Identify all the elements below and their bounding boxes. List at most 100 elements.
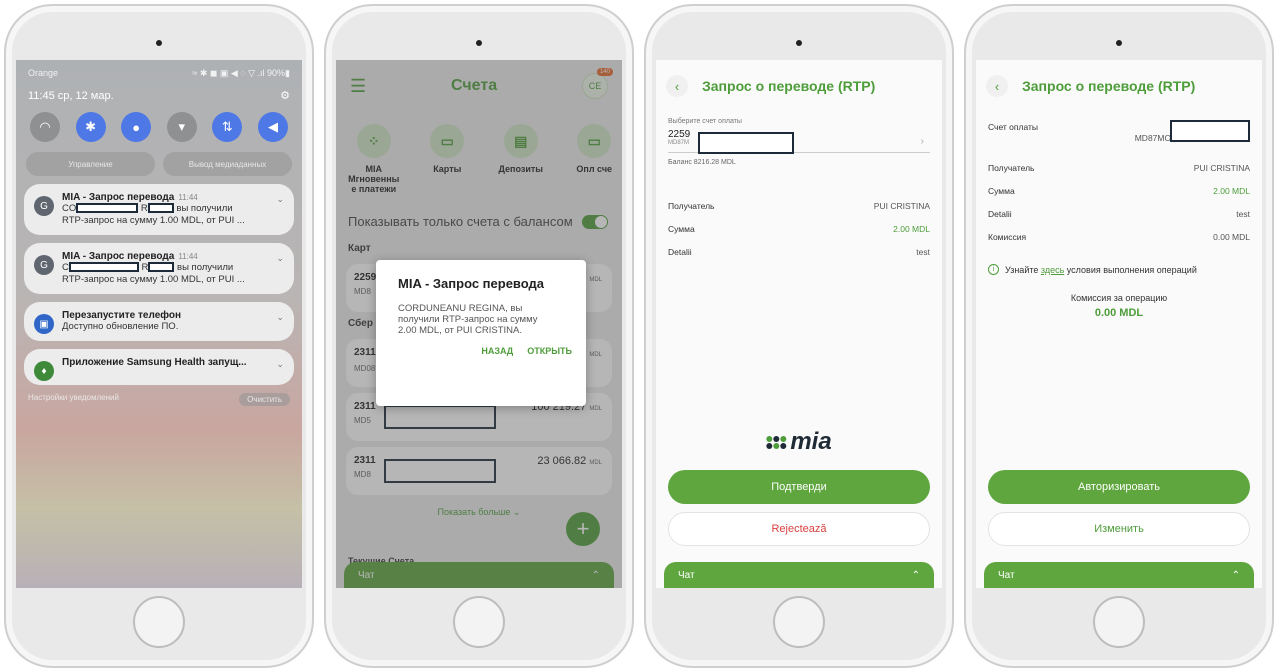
notification-title: Приложение Samsung Health запущ... bbox=[62, 357, 247, 368]
detail-key: Detalii bbox=[988, 208, 1012, 219]
bluetooth-toggle-icon[interactable]: ✱ bbox=[75, 112, 106, 142]
mia-app-icon: G bbox=[34, 255, 54, 275]
reject-button[interactable]: Rejectează bbox=[668, 512, 930, 546]
notification-text: Доступно обновление ПО. bbox=[62, 321, 179, 332]
camera-dot bbox=[796, 40, 802, 46]
wifi-toggle-icon[interactable]: ◠ bbox=[30, 112, 60, 142]
chevron-down-icon[interactable]: ⌄ bbox=[276, 312, 284, 323]
carrier-label: Orange bbox=[28, 68, 59, 78]
terms-link[interactable]: здесь bbox=[1041, 265, 1064, 275]
back-button[interactable]: НАЗАД bbox=[481, 346, 513, 356]
fee-block: Комиссия за операцию 0.00 MDL bbox=[976, 275, 1262, 319]
redaction-box bbox=[147, 203, 174, 214]
status-icons: ≈ ✱ ◼ ▣ ◀ ◌ ▽ .ıl 90%▮ bbox=[192, 68, 290, 78]
home-button[interactable] bbox=[1093, 596, 1145, 648]
clear-button[interactable]: Очистить bbox=[239, 393, 290, 406]
pay-label: Счет оплаты bbox=[988, 122, 1039, 132]
open-button[interactable]: ОТКРЫТЬ bbox=[527, 346, 572, 356]
detail-row-commission: Комиссия 0.00 MDL bbox=[976, 225, 1262, 248]
redaction-box bbox=[68, 262, 139, 273]
info-text: условия выполнения операций bbox=[1066, 264, 1197, 275]
notification-mia-2[interactable]: G MIA - Запрос перевода 11:44 C R вы полу… bbox=[24, 243, 294, 294]
notification-text: R bbox=[141, 262, 149, 273]
chevron-down-icon[interactable]: ⌄ bbox=[276, 359, 284, 370]
media-output-button[interactable]: Вывод медиаданных bbox=[163, 152, 292, 176]
back-arrow-icon[interactable]: ‹ bbox=[986, 75, 1008, 97]
detail-value: test bbox=[1236, 208, 1250, 219]
screen: ‹ Запрос о переводе (RTP) Выберите счет … bbox=[656, 60, 942, 588]
confirm-button[interactable]: Подтверди bbox=[668, 470, 930, 504]
notification-title: MIA - Запрос перевода bbox=[62, 192, 175, 203]
payment-account-row: Счет оплаты 2259MD87MO2259 bbox=[976, 104, 1262, 156]
notification-time: 11:44 bbox=[178, 252, 198, 261]
settings-gear-icon[interactable]: ⚙ bbox=[280, 89, 290, 102]
phone-rtp-confirm: ‹ Запрос о переводе (RTP) Выберите счет … bbox=[644, 4, 954, 668]
notification-mia-1[interactable]: G MIA - Запрос перевода 11:44 CO R вы пол… bbox=[24, 184, 294, 235]
redaction-box bbox=[76, 203, 139, 214]
detail-value: test bbox=[916, 246, 930, 257]
detail-key: Комиссия bbox=[988, 231, 1027, 242]
change-button[interactable]: Изменить bbox=[988, 512, 1250, 546]
datetime-label: 11:45 ср, 12 мар. bbox=[28, 89, 114, 102]
info-text: Узнайте bbox=[1005, 264, 1039, 275]
mia-logo-text: mia bbox=[790, 428, 832, 455]
mia-logo-mark bbox=[766, 435, 787, 449]
redaction-box bbox=[698, 132, 794, 154]
mia-app-icon: G bbox=[34, 196, 54, 216]
detail-value: 2.00 MDL bbox=[1213, 185, 1250, 196]
notification-text: C bbox=[62, 262, 69, 273]
quick-pills: Управление Вывод медиаданных bbox=[16, 142, 302, 176]
mia-logo: mia bbox=[766, 428, 832, 456]
notification-text: CO bbox=[62, 203, 77, 214]
chevron-up-icon: ⌃ bbox=[911, 569, 920, 581]
chevron-down-icon[interactable]: ⌄ bbox=[276, 253, 284, 264]
chevron-up-icon: ⌃ bbox=[1231, 569, 1240, 581]
detail-key: Сумма bbox=[988, 185, 1015, 196]
notification-time: 11:44 bbox=[178, 193, 198, 202]
info-notice: i Узнайте здесь условия выполнения опера… bbox=[976, 248, 1262, 275]
detail-row-details: Detalii test bbox=[976, 202, 1262, 225]
page-title: Запрос о переводе (RTP) bbox=[1022, 78, 1196, 94]
notification-settings-link[interactable]: Настройки уведомлений bbox=[28, 393, 119, 406]
chat-label: Чат bbox=[678, 569, 695, 581]
status-bar: Orange ≈ ✱ ◼ ▣ ◀ ◌ ▽ .ıl 90%▮ bbox=[16, 60, 302, 79]
payment-account-select[interactable]: Выберите счет оплаты 2259 MD87M › bbox=[668, 118, 930, 154]
screen: ☰ Счета CE 140 ⁘ MIA Мгновенны е платежи ▭… bbox=[336, 60, 622, 588]
chat-bar[interactable]: Чат ⌃ bbox=[664, 562, 934, 588]
chevron-down-icon[interactable]: ⌄ bbox=[276, 194, 284, 205]
dialog-body: CORDUNEANU REGINA, вы получили RTP-запро… bbox=[398, 303, 538, 336]
info-icon: i bbox=[988, 264, 999, 275]
location-toggle-icon[interactable]: ● bbox=[121, 112, 152, 142]
device-control-button[interactable]: Управление bbox=[26, 152, 155, 176]
data-sync-toggle-icon[interactable]: ⇅ bbox=[212, 112, 243, 142]
fee-label: Комиссия за операцию bbox=[1070, 293, 1168, 303]
detail-row-amount: Сумма 2.00 MDL bbox=[656, 217, 942, 240]
detail-key: Получатель bbox=[988, 162, 1035, 173]
notification-text: R bbox=[140, 203, 148, 214]
back-arrow-icon[interactable]: ‹ bbox=[666, 75, 688, 97]
camera-dot bbox=[1116, 40, 1122, 46]
home-button[interactable] bbox=[133, 596, 185, 648]
page: Orange ≈ ✱ ◼ ▣ ◀ ◌ ▽ .ıl 90%▮ 11:45 ср, … bbox=[0, 0, 1274, 672]
notification-restart[interactable]: ▣ Перезапустите телефон Доступно обновле… bbox=[24, 302, 294, 341]
dialog-title: MIA - Запрос перевода bbox=[398, 276, 545, 291]
detail-row-amount: Сумма 2.00 MDL bbox=[976, 179, 1262, 202]
page-title: Запрос о переводе (RTP) bbox=[702, 78, 876, 94]
sound-toggle-icon[interactable]: ◀ bbox=[257, 112, 288, 142]
chat-bar[interactable]: Чат ⌃ bbox=[984, 562, 1254, 588]
detail-row-recipient: Получатель PUI CRISTINA bbox=[976, 156, 1262, 179]
notification-text: вы получили bbox=[176, 203, 233, 214]
flashlight-toggle-icon[interactable]: ▾ bbox=[166, 112, 197, 142]
fee-amount: 0.00 MDL bbox=[1094, 307, 1144, 319]
detail-key: Detalii bbox=[668, 246, 692, 257]
samsung-health-icon: ♦ bbox=[34, 361, 54, 381]
header: ‹ Запрос о переводе (RTP) bbox=[976, 60, 1262, 104]
notification-samsung-health[interactable]: ♦ Приложение Samsung Health запущ... ⌄ bbox=[24, 349, 294, 385]
home-button[interactable] bbox=[453, 596, 505, 648]
detail-row-recipient: Получатель PUI CRISTINA bbox=[656, 194, 942, 217]
home-button[interactable] bbox=[773, 596, 825, 648]
chat-label: Чат bbox=[998, 569, 1015, 581]
authorize-button[interactable]: Авторизировать bbox=[988, 470, 1250, 504]
header: ‹ Запрос о переводе (RTP) bbox=[656, 60, 942, 104]
phone-accounts: ☰ Счета CE 140 ⁘ MIA Мгновенны е платежи ▭… bbox=[324, 4, 634, 668]
